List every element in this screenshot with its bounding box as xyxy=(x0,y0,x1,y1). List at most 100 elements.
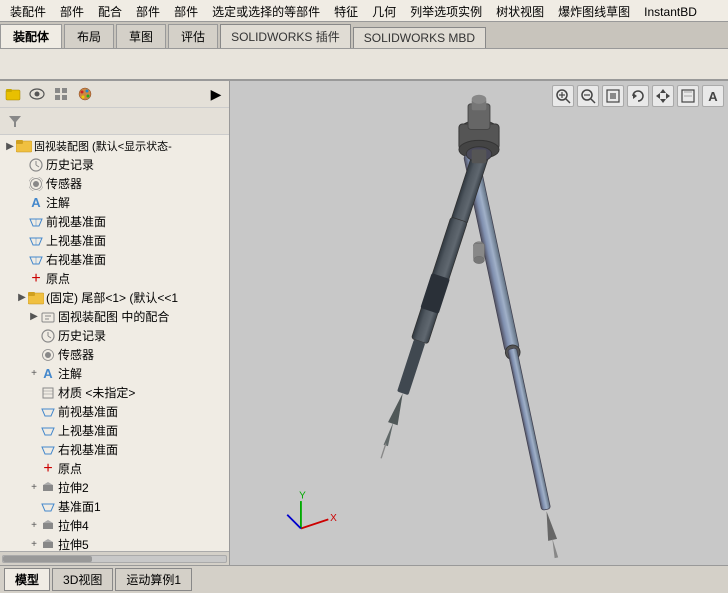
menu-geometry[interactable]: 几何 xyxy=(366,2,402,21)
origin2-label: 原点 xyxy=(58,460,82,477)
tree-front-plane2[interactable]: 前视基准面 xyxy=(0,402,229,421)
tree-annotation[interactable]: A 注解 xyxy=(0,193,229,212)
sidebar-btn-palette[interactable] xyxy=(74,83,96,105)
history2-label: 历史记录 xyxy=(58,327,106,344)
base-plane1-icon xyxy=(40,499,56,515)
tree-origin2[interactable]: + 原点 xyxy=(0,459,229,478)
menu-feature[interactable]: 特征 xyxy=(328,2,364,21)
expand-annotation2[interactable]: + xyxy=(28,368,40,380)
tree-base-plane1[interactable]: 基准面1 xyxy=(0,497,229,516)
expand-extrude2[interactable]: + xyxy=(28,482,40,494)
ribbon: 装配体 布局 草图 评估 SOLIDWORKS 插件 SOLIDWORKS MB… xyxy=(0,22,728,81)
expand-mate-group[interactable]: ▶ xyxy=(28,311,40,323)
component-icon xyxy=(28,290,44,306)
annotation-icon2: A xyxy=(40,366,56,382)
menu-tree-view[interactable]: 树状视图 xyxy=(490,2,550,21)
expand-right-plane xyxy=(16,254,28,266)
front-plane-label: 前视基准面 xyxy=(46,213,106,230)
menu-instantbd[interactable]: InstantBD xyxy=(638,4,703,20)
menu-part3[interactable]: 部件 xyxy=(168,2,204,21)
ribbon-content xyxy=(0,49,728,79)
expand-top-plane xyxy=(16,235,28,247)
tree-material[interactable]: 材质 <未指定> xyxy=(0,383,229,402)
menu-fit[interactable]: 配合 xyxy=(92,2,128,21)
material-icon xyxy=(40,385,56,401)
plane-right-icon xyxy=(28,252,44,268)
ribbon-tabs: 装配体 布局 草图 评估 SOLIDWORKS 插件 SOLIDWORKS MB… xyxy=(0,22,728,49)
material-label: 材质 <未指定> xyxy=(58,384,135,401)
menu-bar: 装配件 部件 配合 部件 部件 选定或选择的等部件 特征 几何 列举选项实例 树… xyxy=(0,0,728,22)
clock-icon2 xyxy=(40,328,56,344)
history-label: 历史记录 xyxy=(46,156,94,173)
svg-text:X: X xyxy=(330,513,337,524)
expand-root[interactable]: ▶ xyxy=(4,140,16,152)
tab-evaluate[interactable]: 评估 xyxy=(168,24,218,48)
tree-area: ▶ 固视装配图 (默认<显示状态- 历史记录 传感器 xyxy=(0,135,229,551)
expand-right-plane2 xyxy=(28,444,40,456)
menu-assemble[interactable]: 装配件 xyxy=(4,2,52,21)
svg-text:Y: Y xyxy=(299,490,306,501)
tree-top-plane[interactable]: 上视基准面 xyxy=(0,231,229,250)
tree-extrude5[interactable]: + 拉伸5 xyxy=(0,535,229,551)
origin-icon2: + xyxy=(40,461,56,477)
extrude2-label: 拉伸2 xyxy=(58,479,89,496)
expand-history xyxy=(16,159,28,171)
component-tail-label: (固定) 尾部<1> (默认<<1 xyxy=(46,289,178,306)
tree-annotation2[interactable]: + A 注解 xyxy=(0,364,229,383)
tree-sensor[interactable]: 传感器 xyxy=(0,174,229,193)
menu-part2[interactable]: 部件 xyxy=(130,2,166,21)
sidebar-btn-filter[interactable] xyxy=(4,110,26,132)
extrude5-icon xyxy=(40,537,56,552)
expand-component-tail[interactable]: ▶ xyxy=(16,292,28,304)
annotation2-label: 注解 xyxy=(58,365,82,382)
tree-root[interactable]: ▶ 固视装配图 (默认<显示状态- xyxy=(0,137,229,155)
tab-sw-mbd[interactable]: SOLIDWORKS MBD xyxy=(353,27,486,48)
tab-assemble[interactable]: 装配体 xyxy=(0,24,62,48)
expand-sensor xyxy=(16,178,28,190)
sidebar-btn-eye[interactable] xyxy=(26,83,48,105)
expand-extrude4[interactable]: + xyxy=(28,520,40,532)
menu-part1[interactable]: 部件 xyxy=(54,2,90,21)
viewport[interactable]: A xyxy=(230,81,728,565)
tree-history2[interactable]: 历史记录 xyxy=(0,326,229,345)
extrude4-label: 拉伸4 xyxy=(58,517,89,534)
expand-annotation xyxy=(16,197,28,209)
menu-select-parts[interactable]: 选定或选择的等部件 xyxy=(206,2,326,21)
origin-icon: + xyxy=(28,271,44,287)
tab-sw-plugin[interactable]: SOLIDWORKS 插件 xyxy=(220,24,351,48)
tab-sketch[interactable]: 草图 xyxy=(116,24,166,48)
tree-origin[interactable]: + 原点 xyxy=(0,269,229,288)
tree-extrude4[interactable]: + 拉伸4 xyxy=(0,516,229,535)
sensor-icon2 xyxy=(40,347,56,363)
tree-top-plane2[interactable]: 上视基准面 xyxy=(0,421,229,440)
menu-list-instances[interactable]: 列举选项实例 xyxy=(404,2,488,21)
tab-layout[interactable]: 布局 xyxy=(64,24,114,48)
tree-mate-group[interactable]: ▶ 固视装配图 中的配合 xyxy=(0,307,229,326)
tree-extrude2[interactable]: + 拉伸2 xyxy=(0,478,229,497)
top-plane2-label: 上视基准面 xyxy=(58,422,118,439)
expand-origin2 xyxy=(28,463,40,475)
tree-front-plane[interactable]: 前视基准面 xyxy=(0,212,229,231)
plane-front-icon2 xyxy=(40,404,56,420)
main-layout: ▶ ▶ 固视装配图 (默认<显示状态- 历史 xyxy=(0,81,728,565)
tree-history[interactable]: 历史记录 xyxy=(0,155,229,174)
mate-group-label: 固视装配图 中的配合 xyxy=(58,308,169,325)
clock-icon xyxy=(28,157,44,173)
sensor-label: 传感器 xyxy=(46,175,82,192)
expand-extrude5[interactable]: + xyxy=(28,539,40,551)
plane-right-icon2 xyxy=(40,442,56,458)
tree-right-plane[interactable]: 右视基准面 xyxy=(0,250,229,269)
menu-explode[interactable]: 爆炸图线草图 xyxy=(552,2,636,21)
tree-root-label: 固视装配图 (默认<显示状态- xyxy=(34,138,172,154)
expand-top-plane2 xyxy=(28,425,40,437)
tree-component-tail[interactable]: ▶ (固定) 尾部<1> (默认<<1 xyxy=(0,288,229,307)
tree-right-plane2[interactable]: 右视基准面 xyxy=(0,440,229,459)
sidebar-btn-grid[interactable] xyxy=(50,83,72,105)
extrude5-label: 拉伸5 xyxy=(58,536,89,551)
right-plane2-label: 右视基准面 xyxy=(58,441,118,458)
sidebar-btn-expand[interactable]: ▶ xyxy=(205,83,227,105)
extrude4-icon xyxy=(40,518,56,534)
sidebar-btn-folder[interactable] xyxy=(2,83,24,105)
tree-sensor2[interactable]: 传感器 xyxy=(0,345,229,364)
expand-front-plane2 xyxy=(28,406,40,418)
